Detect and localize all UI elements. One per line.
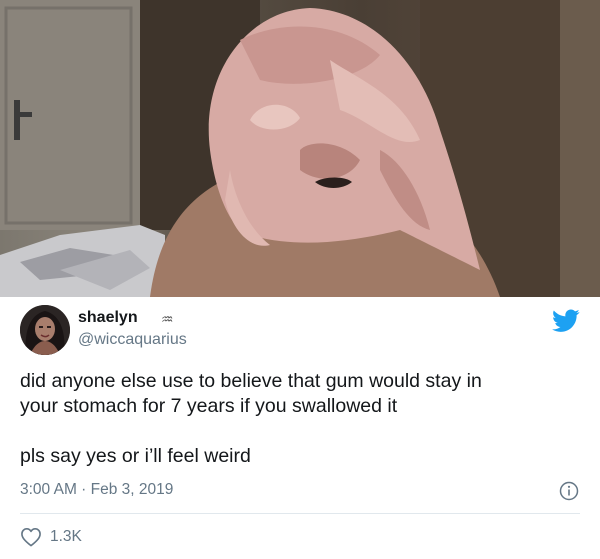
tweet-photo[interactable] bbox=[0, 0, 600, 297]
tweet-timestamp[interactable]: 3:00 AM · Feb 3, 2019 bbox=[20, 481, 173, 499]
twitter-bird-icon[interactable] bbox=[552, 309, 580, 333]
tweet-text-line: did anyone else use to believe that gum … bbox=[20, 370, 482, 392]
like-count: 1.3K bbox=[50, 528, 82, 545]
avatar[interactable] bbox=[20, 305, 70, 355]
like-button[interactable]: 1.3K bbox=[20, 526, 82, 548]
tweet-text-line: your stomach for 7 years if you swallowe… bbox=[20, 395, 398, 417]
divider bbox=[20, 513, 580, 514]
tweet-text-line: pls say yes or i’ll feel weird bbox=[20, 445, 251, 467]
display-name[interactable]: shaelyn bbox=[78, 309, 138, 327]
tweet-card[interactable]: shaelyn ♒ @wiccaquarius did anyone else … bbox=[0, 297, 600, 559]
heart-icon[interactable] bbox=[20, 527, 42, 547]
user-handle[interactable]: @wiccaquarius bbox=[78, 331, 187, 349]
info-icon[interactable] bbox=[559, 481, 579, 501]
tweet-text: did anyone else use to believe that gum … bbox=[20, 369, 580, 469]
aquarius-icon: ♒ bbox=[161, 311, 174, 327]
